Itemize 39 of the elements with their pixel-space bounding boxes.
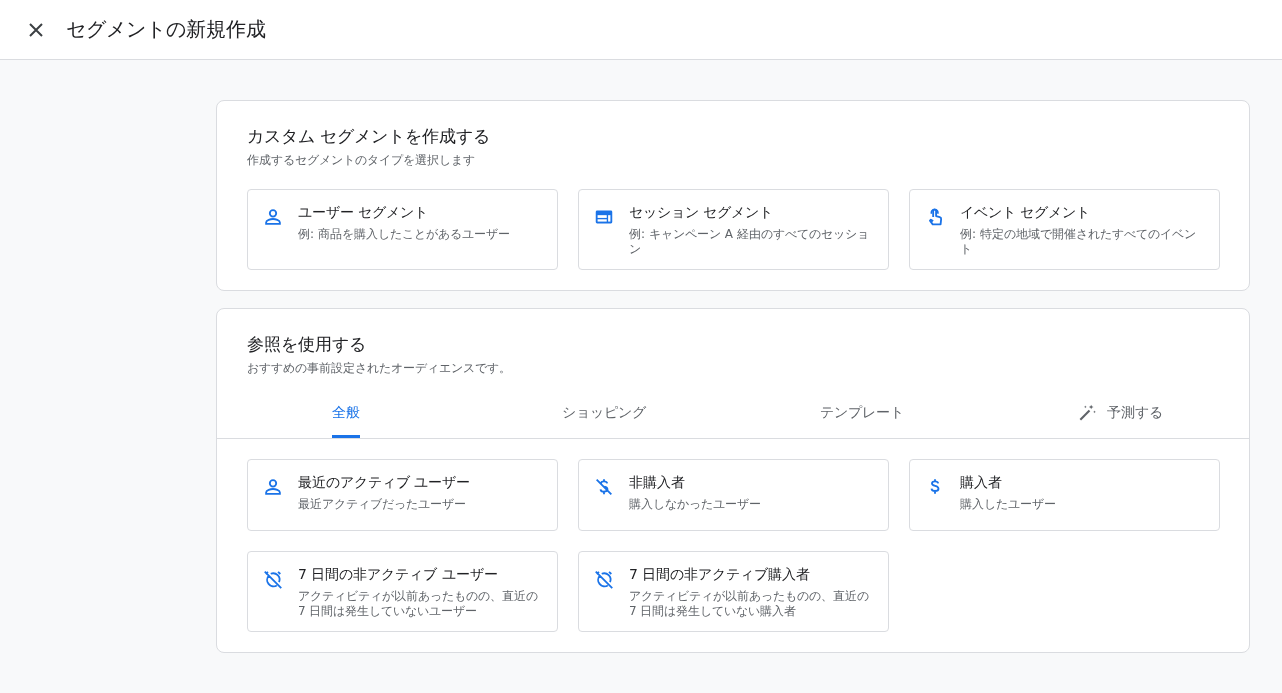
- card-description: アクティビティが以前あったものの、直近の 7 日間は発生していないユーザー: [298, 589, 539, 619]
- section-subtitle: おすすめの事前設定されたオーディエンスです。: [247, 360, 512, 377]
- section-subtitle: 作成するセグメントのタイプを選択します: [247, 152, 476, 169]
- magic-wand-icon: [1077, 403, 1097, 423]
- tab[interactable]: 予測する: [1077, 397, 1163, 438]
- segment-card[interactable]: ユーザー セグメント 例: 商品を購入したことがあるユーザー: [247, 189, 558, 270]
- card-description: 例: 商品を購入したことがあるユーザー: [298, 227, 510, 242]
- section-title: 参照を使用する: [247, 333, 367, 356]
- card-title: 購入者: [960, 474, 1003, 492]
- tab[interactable]: ショッピング: [562, 397, 646, 438]
- card-description: 例: 特定の地域で開催されたすべてのイベント: [960, 227, 1197, 257]
- crossed-dollar-icon: [593, 476, 615, 498]
- card-description: 最近アクティブだったユーザー: [298, 497, 467, 512]
- card-title: ユーザー セグメント: [298, 204, 430, 222]
- card-description: 例: キャンペーン A 経由のすべてのセッション: [629, 227, 870, 257]
- person-icon: [262, 476, 284, 498]
- card-description: 購入しなかったユーザー: [629, 497, 761, 512]
- segment-card[interactable]: セッション セグメント 例: キャンペーン A 経由のすべてのセッション: [578, 189, 889, 270]
- window-title: セグメントの新規作成: [66, 16, 266, 43]
- alarm-off-icon: [593, 568, 615, 590]
- card-title: 7 日間の非アクティブ ユーザー: [298, 566, 499, 584]
- person-icon: [262, 206, 284, 228]
- segment-card[interactable]: 7 日間の非アクティブ ユーザー アクティビティが以前あったものの、直近の 7 日間は発生していないユーザー: [247, 551, 558, 632]
- segment-card[interactable]: 購入者 購入したユーザー: [909, 459, 1220, 531]
- tab[interactable]: テンプレート: [820, 397, 904, 438]
- card-title: イベント セグメント: [960, 204, 1092, 222]
- card-title: セッション セグメント: [629, 204, 775, 222]
- segment-card[interactable]: 最近のアクティブ ユーザー 最近アクティブだったユーザー: [247, 459, 558, 531]
- segment-card[interactable]: 7 日間の非アクティブ購入者 アクティビティが以前あったものの、直近の 7 日間は発生していない購入者: [578, 551, 889, 632]
- card-description: 購入したユーザー: [960, 497, 1056, 512]
- segment-card[interactable]: 非購入者 購入しなかったユーザー: [578, 459, 889, 531]
- segment-card[interactable]: イベント セグメント 例: 特定の地域で開催されたすべてのイベント: [909, 189, 1220, 270]
- card-title: 7 日間の非アクティブ購入者: [629, 566, 812, 584]
- alarm-off-icon: [262, 568, 284, 590]
- tab[interactable]: 全般: [332, 397, 360, 438]
- card-title: 最近のアクティブ ユーザー: [298, 474, 471, 492]
- card-description: アクティビティが以前あったものの、直近の 7 日間は発生していない購入者: [629, 589, 870, 619]
- section-title: カスタム セグメントを作成する: [247, 125, 492, 148]
- card-title: 非購入者: [629, 474, 686, 492]
